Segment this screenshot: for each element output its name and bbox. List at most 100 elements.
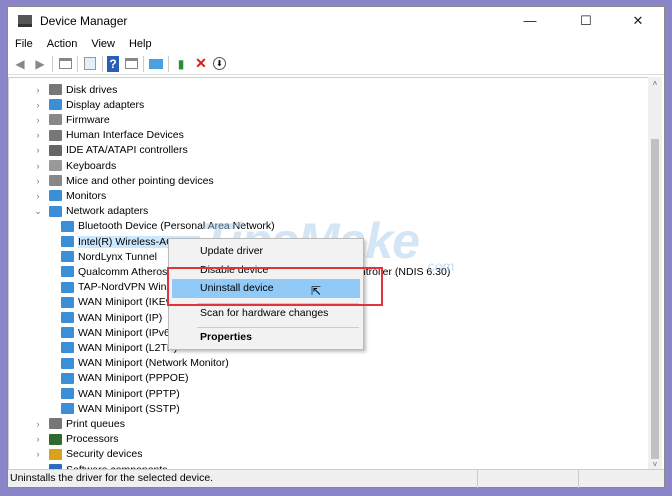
tree-item[interactable]: › Print queues	[33, 416, 125, 431]
tree-item-label: Firmware	[66, 113, 110, 126]
properties-icon[interactable]	[57, 56, 73, 72]
tree-item[interactable]: WAN Miniport (PPTP)	[61, 386, 180, 401]
device-manager-icon	[18, 14, 32, 27]
tree-item[interactable]: › Disk drives	[33, 82, 118, 97]
device-icon	[61, 372, 74, 384]
scroll-up-icon[interactable]: ˄	[648, 79, 662, 88]
status-bar: Uninstalls the driver for the selected d…	[8, 469, 664, 488]
maximize-button[interactable]: ☐	[564, 7, 608, 34]
tree-item-label: Network adapters	[66, 205, 149, 218]
menu-action[interactable]: Action	[40, 35, 85, 53]
tree-item-label: WAN Miniport (Network Monitor)	[78, 357, 229, 370]
mouse-cursor-icon: ⇱	[311, 284, 322, 298]
menu-item-scan-hardware[interactable]: Scan for hardware changes	[172, 304, 360, 323]
minimize-button[interactable]: —	[508, 7, 552, 34]
tree-item[interactable]: › IDE ATA/ATAPI controllers	[33, 143, 188, 158]
device-icon	[49, 144, 62, 156]
close-button[interactable]: ✕	[616, 7, 660, 34]
back-arrow-icon[interactable]: ◀	[12, 56, 28, 72]
device-icon	[49, 418, 62, 430]
chevron-right-icon[interactable]: ›	[33, 449, 43, 459]
tree-item[interactable]: WAN Miniport (Network Monitor)	[61, 356, 229, 371]
tree-item-label: NordLynx Tunnel	[78, 250, 157, 263]
tree-item[interactable]: WAN Miniport (SSTP)	[61, 401, 180, 416]
tree-item[interactable]: WAN Miniport (L2TP)	[61, 340, 177, 355]
enable-device-icon[interactable]: ▮	[173, 56, 189, 72]
device-icon	[61, 327, 74, 339]
menu-view[interactable]: View	[84, 35, 122, 53]
tree-item[interactable]: › Human Interface Devices	[33, 128, 184, 143]
monitor-icon[interactable]	[148, 56, 164, 72]
device-icon	[49, 205, 62, 217]
chevron-right-icon[interactable]: ›	[33, 130, 43, 140]
device-icon	[61, 388, 74, 399]
tree-item[interactable]: WAN Miniport (IKEv2)	[61, 295, 180, 310]
menu-item-update-driver[interactable]: Update driver	[172, 242, 360, 261]
tree-item[interactable]: WAN Miniport (IPv6)	[61, 325, 173, 340]
update-icon[interactable]	[82, 56, 98, 72]
tree-item[interactable]: › Processors	[33, 432, 119, 447]
forward-arrow-icon[interactable]: ▶	[32, 56, 48, 72]
tree-item-label: Processors	[66, 433, 119, 446]
tree-item[interactable]: WAN Miniport (IP)	[61, 310, 162, 325]
device-icon	[61, 266, 74, 278]
toolbar: ◀ ▶ ? ▮ ✕ ⬇	[8, 53, 664, 75]
tree-item-label: Mice and other pointing devices	[66, 174, 214, 187]
status-divider	[477, 470, 478, 488]
toolbar-separator	[52, 55, 53, 72]
tree-item-label: WAN Miniport (IP)	[78, 311, 163, 324]
scroll-down-icon[interactable]: ˅	[648, 460, 662, 469]
uninstall-x-icon[interactable]: ✕	[193, 55, 209, 72]
device-icon	[49, 160, 62, 171]
chevron-down-icon[interactable]: ⌄	[33, 206, 43, 217]
menu-help[interactable]: Help	[122, 35, 159, 53]
tree-item-label: Keyboards	[66, 159, 117, 172]
status-divider	[578, 470, 579, 488]
help-icon[interactable]: ?	[107, 55, 119, 72]
tree-item[interactable]: › Display adapters	[33, 97, 145, 112]
chevron-right-icon[interactable]: ›	[33, 176, 43, 186]
tree-item-label: Display adapters	[66, 98, 145, 111]
tree-item[interactable]: › Security devices	[33, 447, 143, 462]
tree-item[interactable]: ⌄ Network adapters	[33, 204, 148, 219]
highlight-annotation-box	[167, 267, 383, 306]
tree-item[interactable]: › Monitors	[33, 188, 107, 203]
device-icon	[49, 448, 62, 460]
device-icon	[61, 357, 74, 369]
tree-item-label: Monitors	[66, 189, 107, 202]
tree-item[interactable]: WAN Miniport (PPPOE)	[61, 371, 188, 386]
tree-item[interactable]: NordLynx Tunnel	[61, 249, 157, 264]
tree-item-label: Disk drives	[66, 83, 118, 96]
chevron-right-icon[interactable]: ›	[33, 115, 43, 125]
tree-item-label: Print queues	[66, 417, 125, 430]
chevron-right-icon[interactable]: ›	[33, 191, 43, 201]
vertical-scrollbar[interactable]: ˄ ˅	[648, 77, 662, 471]
tree-item-label: WAN Miniport (IPv6)	[78, 326, 174, 339]
chevron-right-icon[interactable]: ›	[33, 161, 43, 171]
menu-file[interactable]: File	[8, 35, 40, 53]
device-icon	[61, 296, 74, 308]
toolbar-separator	[168, 55, 169, 72]
tree-item[interactable]: › Firmware	[33, 112, 110, 127]
scrollbar-thumb[interactable]	[651, 139, 659, 459]
tree-item[interactable]: › Mice and other pointing devices	[33, 173, 214, 188]
device-icon	[61, 403, 74, 415]
device-icon	[49, 190, 62, 202]
tree-item[interactable]: › Keyboards	[33, 158, 117, 173]
device-icon	[49, 84, 62, 95]
device-icon	[49, 175, 62, 187]
menu-bar: File Action View Help	[8, 35, 159, 53]
tree-item-label: WAN Miniport (IKEv2)	[78, 296, 181, 309]
toolbar-separator	[143, 55, 144, 72]
tree-item-label: Security devices	[66, 448, 143, 461]
tree-item-label: WAN Miniport (PPPOE)	[78, 372, 189, 385]
download-icon[interactable]: ⬇	[213, 57, 226, 70]
chevron-right-icon[interactable]: ›	[33, 145, 43, 155]
chevron-right-icon[interactable]: ›	[33, 100, 43, 110]
chevron-right-icon[interactable]: ›	[33, 419, 43, 429]
menu-item-properties[interactable]: Properties	[172, 328, 360, 347]
chevron-right-icon[interactable]: ›	[33, 434, 43, 444]
chevron-right-icon[interactable]: ›	[33, 85, 43, 95]
show-hidden-icon[interactable]	[123, 56, 139, 72]
device-icon	[49, 99, 62, 111]
